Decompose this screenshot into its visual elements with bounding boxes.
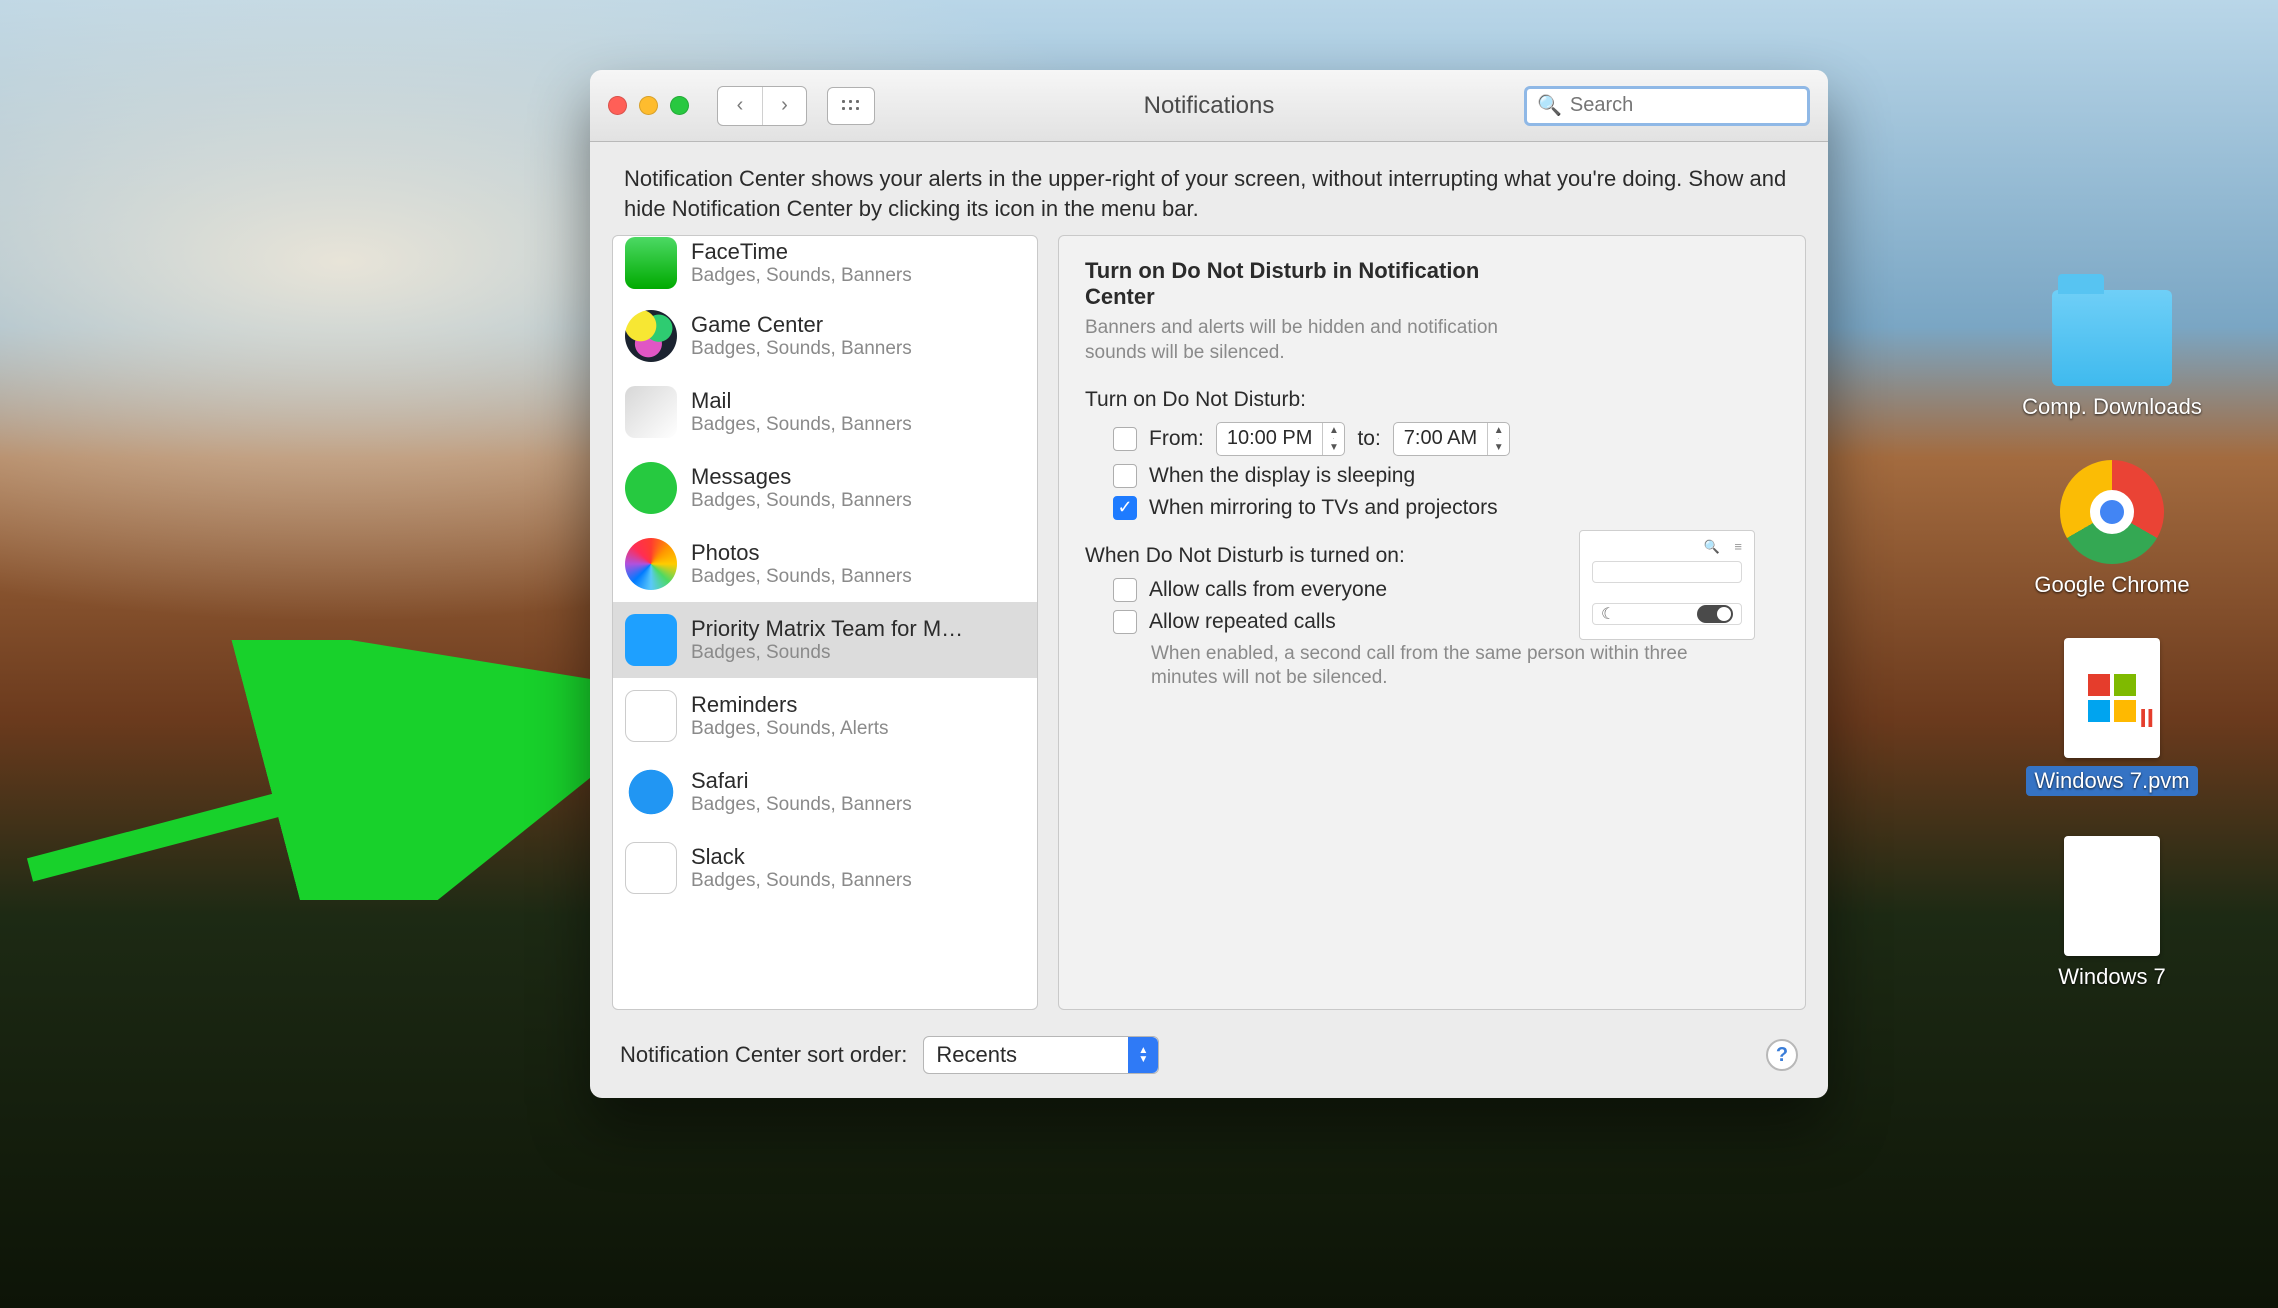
app-subtitle: Badges, Sounds, Banners [691,566,912,588]
detail-blurb: Banners and alerts will be hidden and no… [1085,316,1525,365]
app-name: Safari [691,768,912,794]
app-icon [625,237,677,289]
app-name: Game Center [691,312,912,338]
desktop-item-label: Google Chrome [2034,572,2189,598]
app-list-item[interactable]: SafariBadges, Sounds, Banners [613,754,1037,830]
app-subtitle: Badges, Sounds [691,642,963,664]
stepper[interactable]: ▲▼ [1322,423,1344,455]
app-subtitle: Badges, Sounds, Alerts [691,718,889,740]
app-list-item[interactable]: MailBadges, Sounds, Banners [613,374,1037,450]
option-label: When mirroring to TVs and projectors [1149,496,1498,520]
show-all-button[interactable] [827,87,875,125]
sort-order-select[interactable]: Recents ▲▼ [923,1036,1159,1074]
pane-description: Notification Center shows your alerts in… [590,142,1828,235]
option-label: Allow calls from everyone [1149,578,1387,602]
schedule-checkbox[interactable] [1113,427,1137,451]
allow-everyone-checkbox[interactable] [1113,578,1137,602]
option-hint: When enabled, a second call from the sam… [1151,642,1691,691]
app-name: Messages [691,464,912,490]
app-subtitle: Badges, Sounds, Banners [691,265,912,287]
desktop-item-label: Windows 7.pvm [2026,766,2197,796]
desktop-item-folder[interactable]: Comp. Downloads [2022,290,2202,420]
desktop-item-win-pvm[interactable]: II Windows 7.pvm [2026,638,2197,796]
to-label: to: [1357,427,1380,451]
app-subtitle: Badges, Sounds, Banners [691,490,912,512]
app-icon [625,766,677,818]
app-icon [625,842,677,894]
list-icon: ≡ [1734,539,1742,554]
schedule-row: From: 10:00 PM ▲▼ to: 7:00 AM ▲▼ [1113,422,1779,456]
desktop-item-label: Windows 7 [2058,964,2166,990]
app-list-item[interactable]: RemindersBadges, Sounds, Alerts [613,678,1037,754]
to-time-field[interactable]: 7:00 AM ▲▼ [1393,422,1510,456]
app-icon [625,310,677,362]
app-name: Slack [691,844,912,870]
moon-icon: ☾ [1601,604,1615,624]
mirroring-checkbox[interactable]: ✓ [1113,496,1137,520]
toggle-icon [1697,605,1733,623]
app-list-item[interactable]: PhotosBadges, Sounds, Banners [613,526,1037,602]
search-field[interactable]: 🔍 [1524,86,1810,126]
file-icon [2064,836,2160,956]
search-icon: 🔍 [1537,93,1562,118]
app-name: Mail [691,388,912,414]
stepper[interactable]: ▲▼ [1487,423,1509,455]
detail-heading: Turn on Do Not Disturb in Notification C… [1085,258,1525,310]
option-label: Allow repeated calls [1149,610,1336,634]
app-icon [625,538,677,590]
minimize-button[interactable] [639,96,658,115]
allow-repeated-checkbox[interactable] [1113,610,1137,634]
file-icon: II [2064,638,2160,758]
app-icon [625,614,677,666]
app-name: FaceTime [691,239,912,265]
app-icon [625,386,677,438]
chrome-icon [2060,460,2164,564]
app-list-item[interactable]: SlackBadges, Sounds, Banners [613,830,1037,906]
preferences-window: ‹ › Notifications 🔍 Notification Center … [590,70,1828,1098]
app-name: Priority Matrix Team for M… [691,616,963,642]
app-subtitle: Badges, Sounds, Banners [691,414,912,436]
help-button[interactable]: ? [1766,1039,1798,1071]
dnd-widget-preview: 🔍 ≡ ☾ [1579,530,1755,640]
app-icon [625,690,677,742]
grid-icon [840,98,862,114]
app-icon [625,462,677,514]
close-button[interactable] [608,96,627,115]
app-list[interactable]: FaceTimeBadges, Sounds, BannersGame Cent… [612,235,1038,1010]
from-time-field[interactable]: 10:00 PM ▲▼ [1216,422,1346,456]
desktop-item-chrome[interactable]: Google Chrome [2034,460,2189,598]
option-label: When the display is sleeping [1149,464,1415,488]
from-label: From: [1149,427,1204,451]
app-name: Reminders [691,692,889,718]
search-input[interactable] [1570,94,1828,117]
app-list-item[interactable]: Priority Matrix Team for M…Badges, Sound… [613,602,1037,678]
titlebar[interactable]: ‹ › Notifications 🔍 [590,70,1828,142]
forward-button[interactable]: › [762,87,806,125]
folder-icon [2052,290,2172,386]
search-icon: 🔍 [1704,539,1720,555]
chevron-updown-icon: ▲▼ [1128,1037,1158,1073]
app-subtitle: Badges, Sounds, Banners [691,794,912,816]
desktop-item-win7[interactable]: Windows 7 [2058,836,2166,990]
app-list-item[interactable]: MessagesBadges, Sounds, Banners [613,450,1037,526]
traffic-lights [608,96,689,115]
app-subtitle: Badges, Sounds, Banners [691,870,912,892]
desktop-icons: Comp. Downloads Google Chrome II Windows… [2002,290,2222,990]
back-button[interactable]: ‹ [718,87,762,125]
app-name: Photos [691,540,912,566]
sort-order-label: Notification Center sort order: [620,1042,907,1068]
app-list-item[interactable]: FaceTimeBadges, Sounds, Banners [613,236,1037,298]
nav-buttons: ‹ › [717,86,807,126]
detail-panel: Turn on Do Not Disturb in Notification C… [1058,235,1806,1010]
desktop-item-label: Comp. Downloads [2022,394,2202,420]
footer: Notification Center sort order: Recents … [590,1022,1828,1098]
display-sleeping-checkbox[interactable] [1113,464,1137,488]
app-list-item[interactable]: Game CenterBadges, Sounds, Banners [613,298,1037,374]
section-label: Turn on Do Not Disturb: [1085,388,1779,412]
zoom-button[interactable] [670,96,689,115]
app-subtitle: Badges, Sounds, Banners [691,338,912,360]
